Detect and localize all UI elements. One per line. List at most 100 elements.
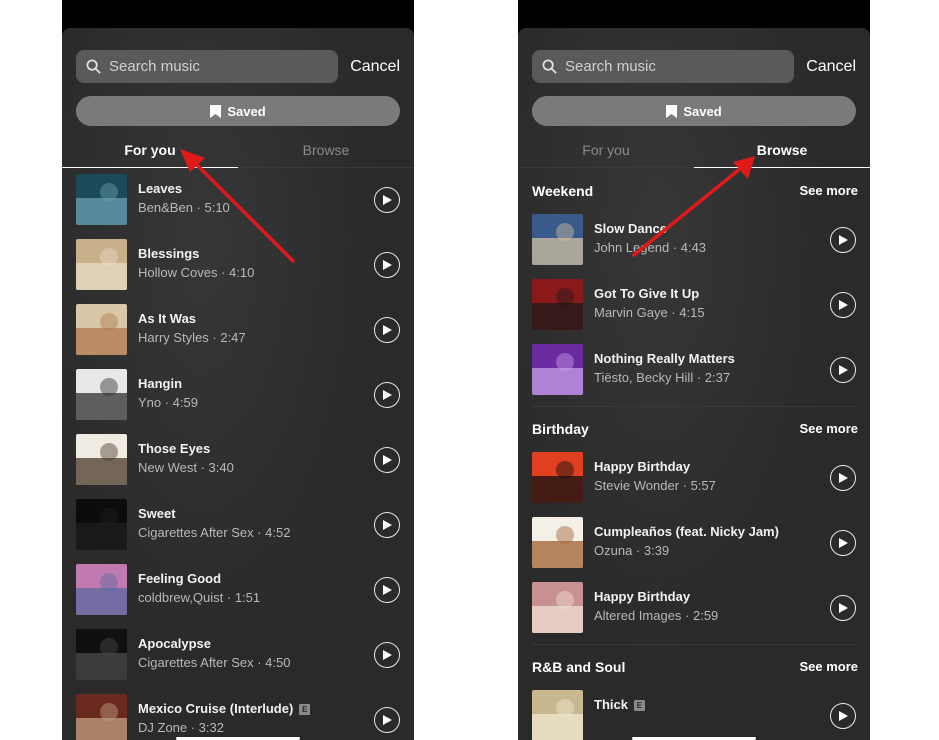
track-title-text: Nothing Really Matters xyxy=(594,351,735,366)
track-row[interactable]: Feeling Good coldbrew,Quist · 1:51 xyxy=(62,559,414,624)
play-button[interactable] xyxy=(830,465,856,491)
track-title-text: Apocalypse xyxy=(138,636,211,651)
tab-bar: For you Browse xyxy=(518,132,870,168)
section-header: Weekend See more xyxy=(518,169,870,209)
search-box[interactable] xyxy=(532,50,795,83)
track-artist-duration: Altered Images · 2:59 xyxy=(594,608,719,623)
play-icon xyxy=(383,454,392,465)
track-title-text: Sweet xyxy=(138,506,176,521)
album-art xyxy=(532,452,583,503)
track-title: Mexico Cruise (Interlude) E xyxy=(138,701,311,716)
track-title: Happy Birthday xyxy=(594,589,690,604)
track-title-text: As It Was xyxy=(138,311,197,326)
track-artist-duration: coldbrew,Quist · 1:51 xyxy=(138,590,261,605)
explicit-badge: E xyxy=(633,700,645,711)
tab-label: Browse xyxy=(302,141,350,158)
track-row[interactable]: Got To Give It Up Marvin Gaye · 4:15 xyxy=(518,274,870,339)
album-art xyxy=(76,369,127,420)
play-button[interactable] xyxy=(374,642,400,668)
play-icon xyxy=(383,584,392,595)
see-more-link[interactable]: See more xyxy=(799,183,858,198)
saved-button[interactable]: Saved xyxy=(532,96,856,126)
section-header: R&B and Soul See more xyxy=(518,645,870,685)
play-button[interactable] xyxy=(830,227,856,253)
album-art xyxy=(532,582,583,633)
bookmark-icon xyxy=(210,104,222,118)
search-box[interactable] xyxy=(76,50,339,83)
play-icon xyxy=(383,259,392,270)
play-button[interactable] xyxy=(374,707,400,733)
track-row[interactable]: Hangin Yno · 4:59 xyxy=(62,364,414,429)
track-row[interactable]: As It Was Harry Styles · 2:47 xyxy=(62,299,414,364)
album-art xyxy=(76,564,127,615)
track-row[interactable]: Happy Birthday Stevie Wonder · 5:57 xyxy=(518,447,870,512)
track-title: Sweet xyxy=(138,506,176,521)
album-art xyxy=(76,629,127,680)
play-icon xyxy=(839,710,848,721)
track-row[interactable]: Nothing Really Matters Tiësto, Becky Hill… xyxy=(518,339,870,404)
play-button[interactable] xyxy=(374,317,400,343)
tab-bar: For you Browse xyxy=(62,132,414,168)
search-input[interactable] xyxy=(565,58,795,75)
track-title-text: Happy Birthday xyxy=(594,589,691,604)
track-row[interactable]: Slow Dance John Legend · 4:43 xyxy=(518,209,870,274)
play-button[interactable] xyxy=(374,512,400,538)
album-art xyxy=(76,499,127,550)
play-button[interactable] xyxy=(374,382,400,408)
see-more-link[interactable]: See more xyxy=(799,659,858,674)
cancel-button[interactable]: Cancel xyxy=(806,58,856,76)
section-title: R&B and Soul xyxy=(532,659,626,675)
tab-for-you[interactable]: For you xyxy=(62,132,238,168)
album-art xyxy=(532,344,583,395)
track-title: Happy Birthday xyxy=(594,459,690,474)
play-button[interactable] xyxy=(374,252,400,278)
track-artist-duration: John Legend · 4:43 xyxy=(594,240,707,255)
play-button[interactable] xyxy=(830,530,856,556)
play-button[interactable] xyxy=(374,577,400,603)
track-title: Those Eyes xyxy=(138,441,210,456)
section-header: Birthday See more xyxy=(518,407,870,447)
track-row[interactable]: Sweet Cigarettes After Sex · 4:52 xyxy=(62,494,414,559)
track-title: Hangin xyxy=(138,376,182,391)
play-button[interactable] xyxy=(830,703,856,729)
track-title-text: Feeling Good xyxy=(138,571,222,586)
album-art xyxy=(532,690,583,740)
track-row[interactable]: Apocalypse Cigarettes After Sex · 4:50 xyxy=(62,624,414,689)
play-button[interactable] xyxy=(374,447,400,473)
track-row[interactable]: Leaves Ben&Ben · 5:10 xyxy=(62,169,414,234)
track-title: Apocalypse xyxy=(138,636,211,651)
track-title-text: Mexico Cruise (Interlude) xyxy=(138,701,294,716)
play-icon xyxy=(383,649,392,660)
track-row[interactable]: Cumpleaños (feat. Nicky Jam) Ozuna · 3:39 xyxy=(518,512,870,577)
play-button[interactable] xyxy=(830,357,856,383)
track-artist-duration: Harry Styles · 2:47 xyxy=(138,330,246,345)
play-button[interactable] xyxy=(830,292,856,318)
cancel-button[interactable]: Cancel xyxy=(350,58,400,76)
play-button[interactable] xyxy=(830,595,856,621)
tab-for-you[interactable]: For you xyxy=(518,132,694,167)
play-icon xyxy=(383,714,392,725)
see-more-link[interactable]: See more xyxy=(799,421,858,436)
tab-browse[interactable]: Browse xyxy=(694,132,870,168)
track-row[interactable]: Those Eyes New West · 3:40 xyxy=(62,429,414,494)
search-input[interactable] xyxy=(109,58,339,75)
play-button[interactable] xyxy=(374,187,400,213)
tab-label: For you xyxy=(582,141,630,158)
track-row[interactable]: Blessings Hollow Coves · 4:10 xyxy=(62,234,414,299)
track-row[interactable]: Thick E xyxy=(518,685,870,740)
album-art xyxy=(76,304,127,355)
track-artist-duration: Cigarettes After Sex · 4:52 xyxy=(138,525,291,540)
tab-browse[interactable]: Browse xyxy=(238,132,414,167)
track-row[interactable]: Mexico Cruise (Interlude) E DJ Zone · 3:32 xyxy=(62,689,414,740)
track-artist-duration: Cigarettes After Sex · 4:50 xyxy=(138,655,291,670)
play-icon xyxy=(839,234,848,245)
track-row[interactable]: Happy Birthday Altered Images · 2:59 xyxy=(518,577,870,642)
track-artist-duration: Yno · 4:59 xyxy=(138,395,198,410)
track-title-text: Thick xyxy=(594,697,628,712)
saved-button[interactable]: Saved xyxy=(76,96,400,126)
track-title: Cumpleaños (feat. Nicky Jam) xyxy=(594,524,779,539)
album-art xyxy=(532,279,583,330)
play-icon xyxy=(383,389,392,400)
saved-label: Saved xyxy=(683,103,722,119)
section-title: Weekend xyxy=(532,183,594,199)
